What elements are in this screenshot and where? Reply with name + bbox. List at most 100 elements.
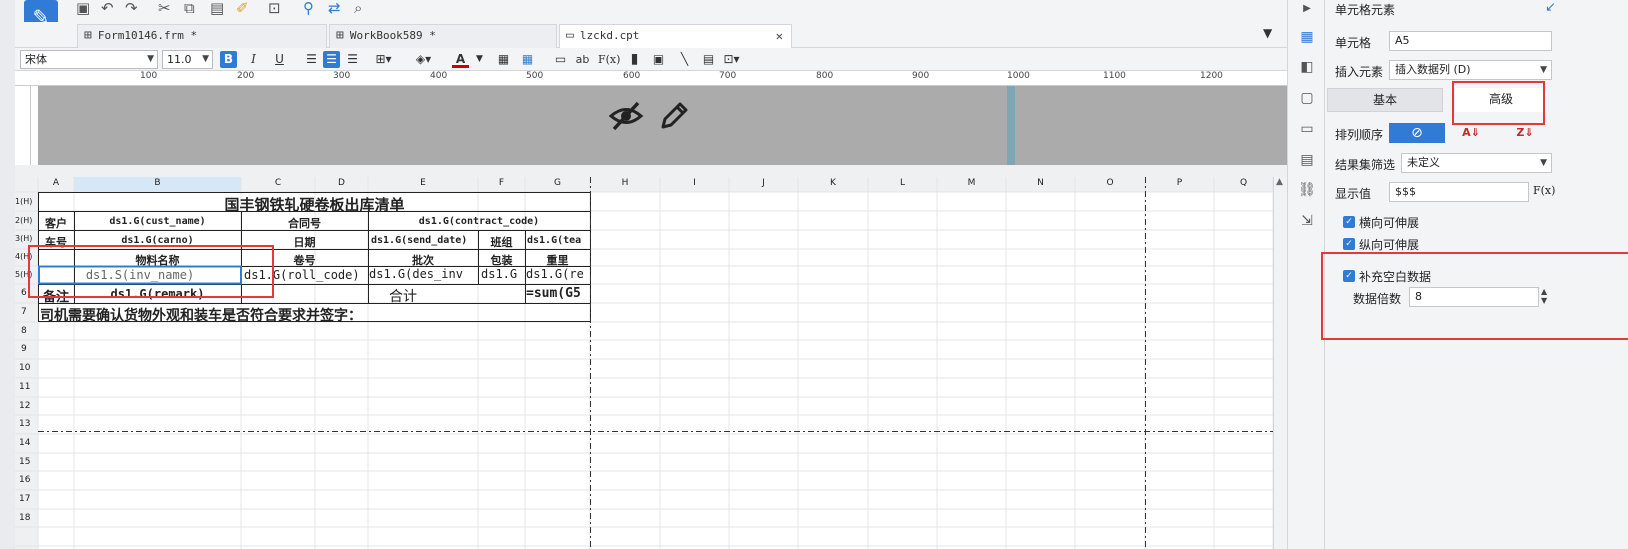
align-center-icon[interactable]: ☰ <box>323 51 340 68</box>
row-header[interactable]: 3(H) <box>15 234 38 243</box>
cell-contract-label[interactable]: 合同号 <box>241 215 368 231</box>
close-icon[interactable]: ✕ <box>776 25 783 47</box>
condition-icon[interactable]: ▤ <box>1298 151 1316 169</box>
report-grid[interactable]: A B C D E F G H I J K L M N O P Q 1(H) 2… <box>15 177 1273 549</box>
formula-button[interactable]: F(x) <box>1533 184 1555 197</box>
row-header[interactable]: 18 <box>19 513 38 523</box>
cut-icon[interactable]: ✂ <box>158 0 171 18</box>
cell-border-icon[interactable]: ▢ <box>1298 89 1316 107</box>
cell-attribute-icon[interactable]: ◧ <box>1298 58 1316 76</box>
underline-button[interactable]: U <box>271 51 288 68</box>
cell-style-icon[interactable]: ▦ <box>495 51 512 68</box>
plug-icon[interactable]: ⚲ <box>303 0 314 18</box>
column-header[interactable]: M <box>937 178 1006 188</box>
scroll-up-icon[interactable]: ▲ <box>1276 177 1283 187</box>
column-header[interactable]: C <box>241 178 315 188</box>
image-icon[interactable]: ▣ <box>650 51 667 68</box>
row-header[interactable]: 7 <box>21 307 38 317</box>
tab-menu-icon[interactable]: ▼ <box>1263 26 1272 40</box>
tab-workbook[interactable]: ⊞ WorkBook589 * <box>329 24 557 48</box>
row-header[interactable]: 8 <box>21 326 38 336</box>
cell-weight-label[interactable]: 重里 <box>525 252 590 268</box>
no-sort-icon[interactable]: ⊘ <box>1389 123 1445 143</box>
copy-icon[interactable]: ⧉ <box>184 0 195 18</box>
display-value-input[interactable]: $$$ <box>1389 182 1529 202</box>
import-icon[interactable]: ⇲ <box>1298 212 1316 230</box>
font-size-select[interactable]: 11.0 ▼ <box>162 50 213 69</box>
cell-pack[interactable]: ds1.G <box>481 267 525 281</box>
merge-icon[interactable]: ▭ <box>552 51 569 68</box>
swap-icon[interactable]: ⇄ <box>328 0 341 18</box>
column-header[interactable]: F <box>478 178 525 188</box>
cell-des-inv[interactable]: ds1.G(des_inv <box>369 267 478 281</box>
fill-color-icon[interactable]: ◈▾ <box>415 51 432 68</box>
row-header[interactable]: 17 <box>19 494 38 504</box>
cell-customer-label[interactable]: 客户 <box>38 215 74 231</box>
vertical-scrollbar[interactable]: ▲ <box>1273 177 1287 549</box>
table-icon[interactable]: ▦ <box>519 51 536 68</box>
column-header[interactable]: I <box>660 178 729 188</box>
row-header[interactable]: 16 <box>19 475 38 485</box>
more-icon[interactable]: ⊡▾ <box>723 51 740 68</box>
edit-pencil-icon[interactable] <box>656 98 692 134</box>
undo-icon[interactable]: ↶ <box>101 0 114 18</box>
column-header[interactable]: E <box>368 178 478 188</box>
preview-icon[interactable]: ⊡ <box>268 0 281 18</box>
v-expand-checkbox[interactable]: ✓ <box>1343 238 1355 250</box>
row-header[interactable]: 10 <box>19 363 38 373</box>
h-expand-checkbox[interactable]: ✓ <box>1343 216 1355 228</box>
column-header[interactable]: H <box>590 178 660 188</box>
subreport-icon[interactable]: ▤ <box>700 51 717 68</box>
insert-element-select[interactable]: 插入数据列 (D) ▼ <box>1389 60 1552 80</box>
column-header[interactable]: P <box>1145 178 1214 188</box>
cell-element-icon[interactable]: ▦ <box>1298 28 1316 46</box>
italic-button[interactable]: I <box>245 51 262 68</box>
border-icon[interactable]: ⊞▾ <box>375 51 392 68</box>
font-color-dropdown-icon[interactable]: ▼ <box>471 51 488 68</box>
cell-batch-label[interactable]: 批次 <box>368 252 478 268</box>
expand-arrow-icon[interactable]: ↙ <box>1545 0 1556 15</box>
row-header[interactable]: 15 <box>19 457 38 467</box>
column-header[interactable]: L <box>868 178 937 188</box>
link-icon[interactable]: ⛓ <box>1298 181 1316 199</box>
redo-icon[interactable]: ↷ <box>125 0 138 18</box>
formula-button[interactable]: F(x) <box>598 51 620 68</box>
column-header[interactable]: Q <box>1214 178 1273 188</box>
column-header[interactable]: O <box>1075 178 1145 188</box>
row-header[interactable]: 12 <box>19 401 38 411</box>
row-header[interactable]: 2(H) <box>15 216 38 225</box>
find-icon[interactable]: ⌕ <box>354 0 362 18</box>
cell-cust-name[interactable]: ds1.G(cust_name) <box>74 216 241 227</box>
bold-button[interactable]: B <box>220 51 237 68</box>
cell-send-date[interactable]: ds1.G(send_date) <box>371 235 478 246</box>
column-header[interactable]: D <box>315 178 368 188</box>
report-title-cell[interactable]: 国丰钢铁轧硬卷板出库清单 <box>38 194 591 215</box>
row-header[interactable]: 9 <box>21 344 38 354</box>
cell-team[interactable]: ds1.G(tea <box>527 235 590 246</box>
hidden-eye-icon[interactable] <box>608 98 644 134</box>
row-header[interactable]: 13 <box>19 419 38 429</box>
text-icon[interactable]: ab <box>574 51 591 68</box>
tab-form[interactable]: ⊞ Form10146.frm * <box>77 24 327 48</box>
row-header[interactable]: 11 <box>19 382 38 392</box>
align-right-icon[interactable]: ☰ <box>344 51 361 68</box>
format-painter-icon[interactable]: ✐ <box>236 0 249 18</box>
cell-driver-note[interactable]: 司机需要确认货物外观和装车是否符合要求并签字： <box>40 305 590 325</box>
column-header[interactable]: A <box>38 178 74 188</box>
cell-sum-formula[interactable]: =sum(G5 <box>526 286 590 301</box>
row-header[interactable]: 1(H) <box>15 197 38 206</box>
cell-contract-code[interactable]: ds1.G(contract_code) <box>368 216 590 227</box>
cell-team-label[interactable]: 班组 <box>478 234 525 250</box>
column-header[interactable]: N <box>1006 178 1075 188</box>
column-header[interactable]: J <box>729 178 798 188</box>
sort-descending-icon[interactable]: Z⇓ <box>1513 123 1537 143</box>
column-header[interactable]: G <box>525 178 590 188</box>
cell-address-input[interactable]: A5 <box>1389 31 1552 51</box>
tab-basic[interactable]: 基本 <box>1327 88 1443 112</box>
font-name-select[interactable]: 宋体 ▼ <box>20 50 158 69</box>
sort-ascending-icon[interactable]: A⇓ <box>1459 123 1483 143</box>
column-header[interactable]: K <box>798 178 868 188</box>
cell-pack-label[interactable]: 包装 <box>478 252 525 268</box>
tab-cpt[interactable]: ▭ lzckd.cpt ✕ <box>559 24 792 48</box>
align-left-icon[interactable]: ☰ <box>303 51 320 68</box>
